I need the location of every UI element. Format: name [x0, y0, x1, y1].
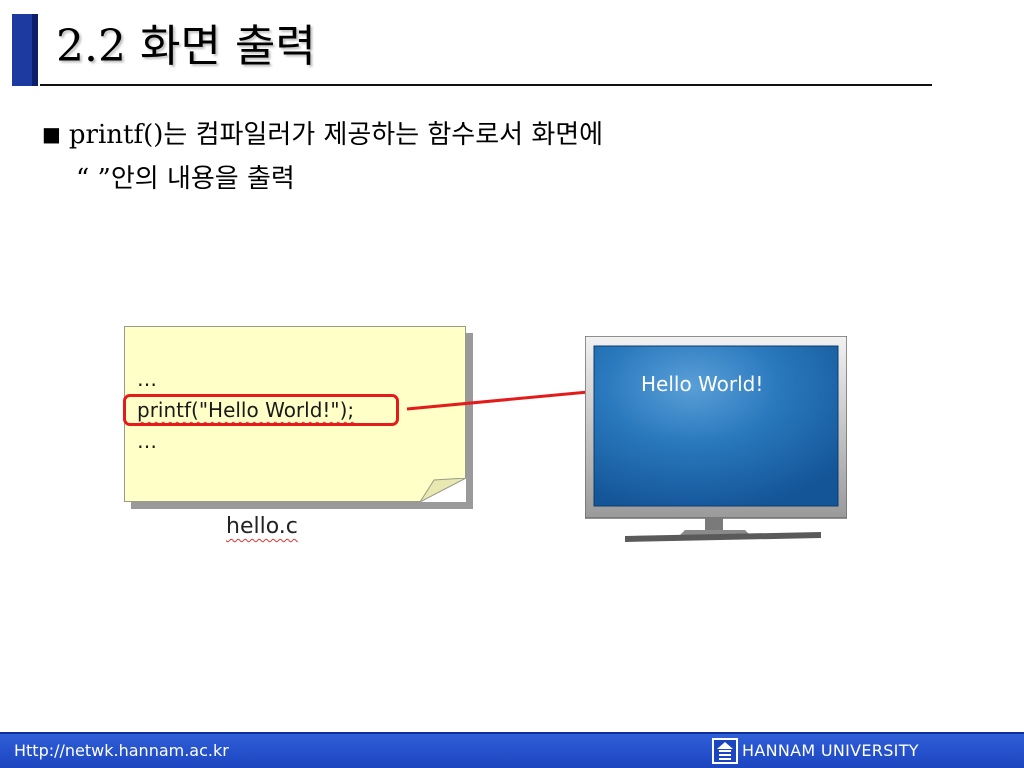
code-line-ellipsis-top: …: [137, 367, 157, 391]
bullet-line-1-text: printf()는 컴파일러가 제공하는 함수로서 화면에: [68, 120, 604, 150]
university-name: HANNAM UNIVERSITY: [742, 741, 919, 760]
footer-url-link[interactable]: Http://netwk.hannam.ac.kr: [14, 741, 229, 760]
footer-bar: Http://netwk.hannam.ac.kr HANNAM UNIVERS…: [0, 732, 1024, 768]
bullet-text: ■ printf()는 컴파일러가 제공하는 함수로서 화면에 “ ”안의 내용을…: [42, 112, 603, 201]
bullet-marker: ■: [42, 122, 61, 146]
screen-output-text: Hello World!: [641, 372, 764, 396]
university-logo-icon: [712, 738, 738, 764]
page-fold-corner: [420, 478, 466, 502]
printf-highlight-box: [123, 394, 399, 426]
bullet-line-2: “ ”안의 내용을 출력: [76, 164, 295, 194]
monitor-icon: [585, 336, 847, 542]
code-line-ellipsis-bottom: …: [137, 429, 157, 453]
title-divider: [40, 84, 932, 86]
bullet-line-1: ■ printf()는 컴파일러가 제공하는 함수로서 화면에: [42, 112, 603, 157]
title-accent-bar: [12, 14, 38, 86]
filename-label: hello.c: [226, 514, 298, 539]
slide-title: 2.2 화면 출력: [56, 21, 316, 72]
